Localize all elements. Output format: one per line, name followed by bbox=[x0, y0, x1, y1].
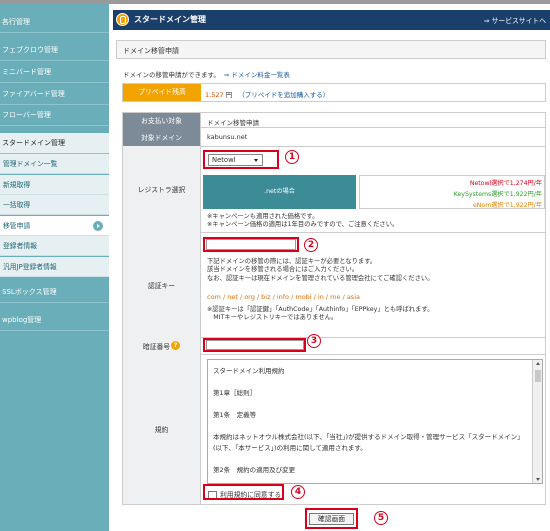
sidebar-item-2[interactable]: ミニバード管理 bbox=[0, 62, 109, 83]
intro-text: ドメインの移管申請ができます。 ⇒ ドメイン料金一覧表 bbox=[123, 71, 290, 79]
auth-label: 認証キー bbox=[123, 232, 201, 337]
prepaid-balance: プリペイド残高 1,527 円 （プリペイドを追加購入する） bbox=[122, 83, 546, 102]
captcha-label: 暗証番号? bbox=[123, 337, 201, 354]
sidebar-item-3[interactable]: ファイアバード管理 bbox=[0, 84, 109, 105]
sidebar-sub-transfer[interactable]: 移管申請 bbox=[0, 216, 109, 236]
row-domain: 対象ドメイン kabunsu.net bbox=[123, 127, 545, 147]
terms-text: スタードメイン利用規約 第1章［総則］ 第1条 定義等 本規約はネットオウル株式… bbox=[213, 367, 524, 474]
sidebar-sub-domain-list[interactable]: 管理ドメイン一覧 bbox=[0, 154, 109, 174]
tld-banner: .netの場合 bbox=[203, 175, 356, 209]
callout-number-2: 2 bbox=[304, 238, 318, 252]
scroll-down-icon[interactable] bbox=[536, 478, 540, 481]
callout-box-5 bbox=[305, 508, 358, 529]
sidebar: 各行管理 フェブクロウ管理 ミニバード管理 ファイアバード管理 フローバー管理 … bbox=[0, 4, 109, 531]
help-icon[interactable]: ? bbox=[171, 341, 181, 350]
auth-alt-notes: ※認証キーは「認証鍵」「AuthCode」「Authinfo」「EPPkey」と… bbox=[207, 306, 434, 322]
campaign-notes: ※キャンペーンも適用された価格です。 ※キャンペーン価格の適用は1年目のみですの… bbox=[207, 213, 399, 229]
terms-scrollbar[interactable] bbox=[532, 360, 542, 483]
arrow-right-icon bbox=[93, 221, 103, 231]
prepaid-purchase-link[interactable]: （プリペイドを追加購入する） bbox=[238, 91, 329, 99]
price-list: Netowl選択で1,274円/年 KeySystems選択で1,922円/年 … bbox=[359, 175, 545, 209]
callout-box-1 bbox=[203, 150, 279, 169]
domain-label: 対象ドメイン bbox=[123, 127, 201, 146]
terms-textarea[interactable]: スタードメイン利用規約 第1章［総則］ 第1条 定義等 本規約はネットオウル株式… bbox=[207, 359, 543, 484]
prepaid-amount: 1,527 bbox=[205, 91, 224, 99]
scroll-up-icon[interactable] bbox=[536, 362, 540, 365]
row-captcha: 暗証番号? bbox=[123, 337, 545, 355]
callout-box-2 bbox=[203, 237, 299, 252]
transfer-form: お支払い対象 ドメイン移管申請 対象ドメイン kabunsu.net レジストラ… bbox=[122, 112, 546, 505]
sidebar-item-wpblog[interactable]: wpblog管理 bbox=[0, 310, 109, 331]
prepaid-label: プリペイド残高 bbox=[123, 84, 201, 101]
sidebar-sub-registrant[interactable]: 登録者情報 bbox=[0, 236, 109, 256]
sidebar-sub-new[interactable]: 新規取得 bbox=[0, 175, 109, 195]
callout-number-3: 3 bbox=[307, 334, 321, 348]
sidebar-sub-jp-registrant[interactable]: 汎用JP登録者情報 bbox=[0, 257, 109, 277]
callout-number-1: 1 bbox=[285, 150, 299, 164]
price-list-link[interactable]: ⇒ ドメイン料金一覧表 bbox=[224, 71, 290, 79]
header-title: スタードメイン管理 bbox=[134, 15, 206, 24]
callout-box-3 bbox=[203, 338, 306, 352]
callout-number-4: 4 bbox=[291, 485, 305, 499]
page-header: スタードメイン管理 ⇒ サービスサイトへ bbox=[113, 10, 550, 30]
payment-label: お支払い対象 bbox=[123, 113, 201, 127]
auth-notes: 下記ドメインの移管の際には、認証キーが必要となります。 該当ドメインを移管される… bbox=[207, 258, 434, 282]
service-site-link[interactable]: ⇒ サービスサイトへ bbox=[484, 15, 546, 25]
callout-number-5: 5 bbox=[374, 511, 388, 525]
section-header: ドメイン移管申請 bbox=[116, 40, 546, 59]
payment-value: ドメイン移管申請 bbox=[207, 119, 259, 127]
section-title: ドメイン移管申請 bbox=[123, 47, 179, 55]
sidebar-item-stardomain[interactable]: スタードメイン管理 bbox=[0, 133, 109, 154]
sidebar-item-0[interactable]: 各行管理 bbox=[0, 12, 109, 33]
scroll-thumb[interactable] bbox=[535, 370, 541, 382]
row-payment: お支払い対象 ドメイン移管申請 bbox=[123, 113, 545, 128]
stardomain-logo-icon bbox=[116, 13, 129, 26]
domain-value: kabunsu.net bbox=[207, 133, 248, 141]
terms-label: 規約 bbox=[123, 354, 201, 504]
tld-list: com / net / org / biz / info / mobi / in… bbox=[207, 293, 360, 301]
sidebar-item-4[interactable]: フローバー管理 bbox=[0, 105, 109, 126]
sidebar-item-ssl[interactable]: SSLボックス管理 bbox=[0, 282, 109, 303]
sidebar-item-1[interactable]: フェブクロウ管理 bbox=[0, 40, 109, 61]
sidebar-sub-bulk[interactable]: 一括取得 bbox=[0, 195, 109, 215]
registrar-label: レジストラ選択 bbox=[123, 146, 201, 232]
callout-box-4 bbox=[203, 484, 284, 500]
